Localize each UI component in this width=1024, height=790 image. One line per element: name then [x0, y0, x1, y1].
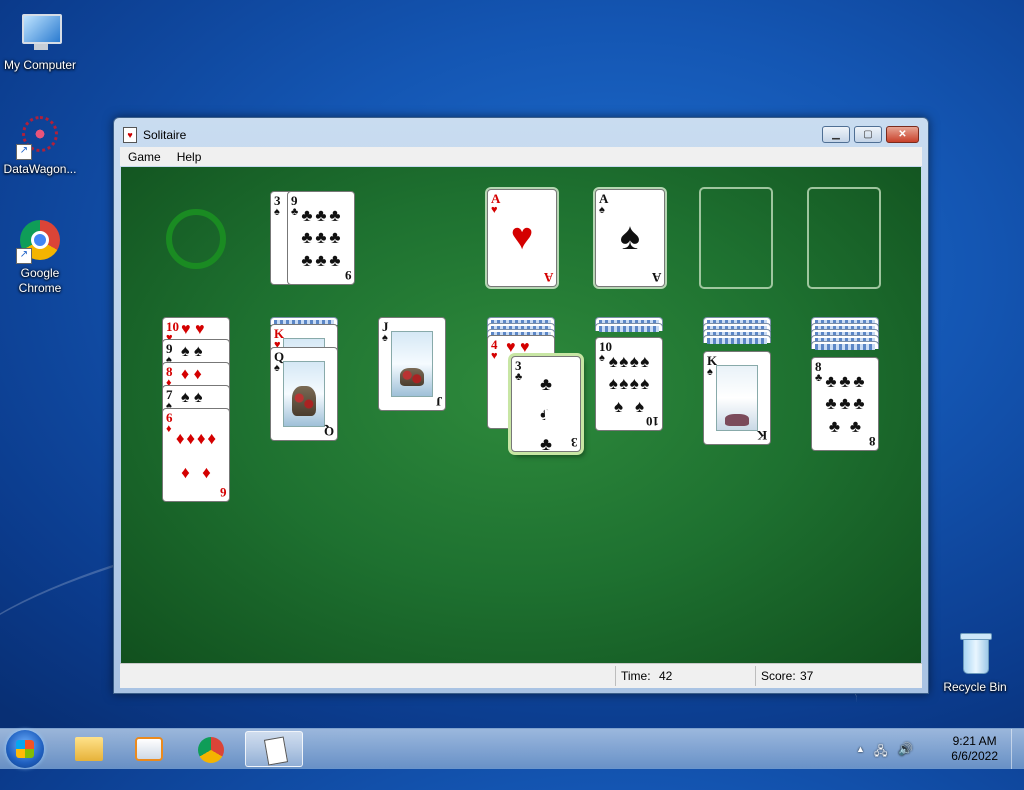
solitaire-cards-icon: [263, 736, 289, 766]
king-face-art: [716, 365, 758, 431]
chrome-icon: ↗: [16, 216, 64, 264]
taskbar-solitaire[interactable]: [245, 731, 303, 767]
desktop-icon-label: Google Chrome: [18, 266, 62, 295]
foundation-spades[interactable]: A ♠ ♠ A: [595, 189, 665, 287]
tableau-card[interactable]: 6 ♦ ♦ ♦ ♦ ♦ ♦ ♦ 6: [162, 408, 230, 502]
time-value: 42: [659, 669, 673, 683]
menu-help[interactable]: Help: [169, 150, 210, 164]
network-icon[interactable]: 🖧: [874, 742, 887, 763]
close-button[interactable]: ✕: [886, 126, 919, 143]
waste-card-top[interactable]: 9 ♣ ♣ ♣ ♣ ♣ ♣ ♣ ♣ ♣ ♣ 9: [287, 191, 355, 285]
time-label: Time:: [621, 669, 651, 683]
card-pips: ♦ ♦ ♦ ♦ ♦ ♦: [175, 428, 217, 482]
solitaire-window: ♥ Solitaire ▁ ▢ ✕ Game Help 3 ♠ 9 ♣ ♣ ♣ ♣ ♣…: [113, 117, 929, 694]
game-board[interactable]: 3 ♠ 9 ♣ ♣ ♣ ♣ ♣ ♣ ♣ ♣ ♣ ♣ 9 A ♥ ♥ A A ♠ ♠ A: [121, 167, 921, 663]
clock-date: 6/6/2022: [951, 749, 998, 763]
datawagon-icon: ↗: [16, 112, 64, 160]
taskbar-chrome[interactable]: [183, 731, 241, 767]
desktop-icon-google-chrome[interactable]: ↗ Google Chrome: [0, 216, 80, 296]
score-value: 37: [800, 669, 814, 683]
card-pips: ♠ ♠ ♠ ♠ ♠ ♠ ♠ ♠ ♠ ♠: [608, 351, 650, 417]
stock-empty-ring-icon[interactable]: [166, 209, 226, 269]
folder-icon: [75, 737, 103, 761]
foundation-empty-slot[interactable]: [807, 187, 881, 289]
foundation-hearts[interactable]: A ♥ ♥ A: [487, 189, 557, 287]
window-title: Solitaire: [143, 128, 187, 142]
foundation-empty-slot[interactable]: [699, 187, 773, 289]
card-pips: ♣ ♣ ♣ ♣ ♣ ♣ ♣ ♣ ♣: [301, 205, 341, 271]
show-desktop-button[interactable]: [1011, 729, 1024, 769]
desktop-icon-recycle-bin[interactable]: Recycle Bin: [935, 630, 1015, 695]
card-pips: ♣ ♣ ♣ ♣ ♣ ♣ ♣ ♣: [825, 371, 865, 437]
desktop-icon-label: DataWagon...: [3, 162, 77, 176]
tableau-card[interactable]: 10 ♠ ♠ ♠ ♠ ♠ ♠ ♠ ♠ ♠ ♠ ♠ 10: [595, 337, 663, 431]
face-down-card: [703, 335, 771, 344]
jack-face-art: [391, 331, 433, 397]
minimize-button[interactable]: ▁: [822, 126, 850, 143]
volume-icon[interactable]: 🔊: [898, 742, 913, 756]
windows-logo-icon: [16, 740, 34, 758]
desktop-icon-label: Recycle Bin: [943, 680, 1007, 694]
solitaire-app-icon: ♥: [123, 127, 137, 143]
desktop-icon-my-computer[interactable]: My Computer: [0, 8, 80, 73]
tableau-card[interactable]: K ♠ K: [703, 351, 771, 445]
score-label: Score:: [761, 669, 796, 683]
face-down-card: [595, 323, 663, 332]
tableau-card[interactable]: J ♠ J: [378, 317, 446, 411]
desktop-icon-label: My Computer: [3, 58, 77, 72]
menu-game[interactable]: Game: [120, 150, 169, 164]
clock[interactable]: 9:21 AM 6/6/2022: [951, 734, 998, 764]
face-down-card: [811, 341, 879, 350]
media-player-icon: [135, 737, 163, 761]
computer-icon: [16, 8, 64, 56]
desktop-icon-datawagon[interactable]: ↗ DataWagon...: [0, 112, 80, 177]
dragged-card[interactable]: 3 ♣ ♣ ♣ ♣ 3: [511, 356, 581, 452]
tableau-card[interactable]: Q ♠ Q: [270, 347, 338, 441]
queen-face-art: [283, 361, 325, 427]
taskbar: ▲ 🖧 🔊 9:21 AM 6/6/2022: [0, 728, 1024, 769]
show-hidden-icons-arrow[interactable]: ▲: [856, 744, 865, 754]
recycle-bin-icon: [951, 630, 999, 678]
start-button[interactable]: [6, 730, 44, 768]
status-bar: Time: 42 Score: 37: [120, 663, 922, 688]
chrome-icon: [198, 737, 224, 763]
taskbar-media-player[interactable]: [120, 731, 178, 767]
menu-bar: Game Help: [120, 147, 922, 166]
system-tray: ▲ 🖧 🔊 9:21 AM 6/6/2022: [854, 729, 1024, 769]
maximize-button[interactable]: ▢: [854, 126, 882, 143]
taskbar-explorer[interactable]: [60, 731, 118, 767]
tableau-card[interactable]: 8 ♣ ♣ ♣ ♣ ♣ ♣ ♣ ♣ ♣ 8: [811, 357, 879, 451]
title-bar[interactable]: ♥ Solitaire ▁ ▢ ✕: [114, 118, 928, 146]
clock-time: 9:21 AM: [952, 734, 997, 748]
